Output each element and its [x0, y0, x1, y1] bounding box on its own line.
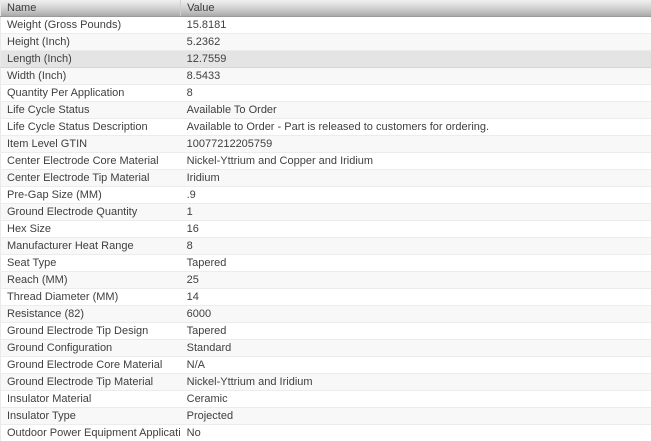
- table-row[interactable]: Quantity Per Application 8: [0, 84, 651, 102]
- table-row[interactable]: Outdoor Power Equipment Application No: [0, 424, 651, 441]
- table-row[interactable]: Insulator Material Ceramic: [0, 390, 651, 408]
- attribute-value-cell: 6000: [186, 308, 212, 320]
- attribute-name-cell: Reach (MM): [7, 274, 68, 286]
- attribute-name-cell: Life Cycle Status Description: [7, 121, 148, 133]
- attribute-name-cell: Item Level GTIN: [7, 138, 88, 150]
- table-row[interactable]: Resistance (82) 6000: [0, 305, 651, 323]
- attribute-value-cell: 12.7559: [186, 53, 227, 65]
- attribute-name-cell: Seat Type: [7, 257, 57, 269]
- attribute-name-cell: Ground Electrode Quantity: [7, 206, 138, 218]
- attribute-value-cell: Available to Order - Part is released to…: [186, 121, 490, 133]
- attribute-value-cell: 8.5433: [186, 70, 221, 82]
- attribute-name-cell: Hex Size: [7, 223, 52, 235]
- table-row[interactable]: Hex Size 16: [0, 220, 651, 238]
- attribute-value-cell: Standard: [186, 342, 232, 354]
- attribute-value-cell: 8: [186, 87, 193, 99]
- table-row[interactable]: Width (Inch) 8.5433: [0, 67, 651, 85]
- attribute-name-cell: Weight (Gross Pounds): [7, 19, 122, 31]
- attribute-value-cell: Iridium: [186, 172, 220, 184]
- table-row[interactable]: Center Electrode Core Material Nickel-Ytt…: [0, 152, 651, 170]
- table-row[interactable]: Center Electrode Tip Material Iridium: [0, 169, 651, 187]
- attribute-value-cell: 5.2362: [186, 36, 221, 48]
- attribute-value-cell: 10077212205759: [186, 138, 273, 150]
- attribute-name-cell: Center Electrode Tip Material: [7, 172, 150, 184]
- attribute-name-cell: Ground Electrode Tip Material: [7, 376, 154, 388]
- table-row[interactable]: Manufacturer Heat Range 8: [0, 237, 651, 255]
- attribute-value-cell: Tapered: [186, 257, 227, 269]
- attributes-table-body: Weight (Gross Pounds) 15.8181 Height (Inch…: [0, 16, 651, 441]
- attribute-value-cell: Ceramic: [186, 393, 228, 405]
- attribute-value-cell: 15.8181: [186, 19, 227, 31]
- column-header-value[interactable]: Value: [180, 0, 651, 17]
- header-row: Name Value: [0, 0, 651, 17]
- attribute-name-cell: Height (Inch): [7, 36, 70, 48]
- attribute-value-cell: 14: [186, 291, 199, 303]
- table-row[interactable]: Ground Electrode Core Material N/A: [0, 356, 651, 374]
- table-row[interactable]: Ground Electrode Quantity 1: [0, 203, 651, 221]
- table-row[interactable]: Weight (Gross Pounds) 15.8181: [0, 16, 651, 34]
- attribute-name-cell: Center Electrode Core Material: [7, 155, 159, 167]
- table-row[interactable]: Thread Diameter (MM) 14: [0, 288, 651, 306]
- attribute-name-cell: Thread Diameter (MM): [7, 291, 119, 303]
- attribute-name-cell: Insulator Material: [7, 393, 92, 405]
- column-header-name[interactable]: Name: [0, 0, 181, 17]
- attribute-name-cell: Ground Electrode Tip Design: [7, 325, 149, 337]
- attribute-name-cell: Width (Inch): [7, 70, 67, 82]
- attribute-value-cell: 8: [186, 240, 193, 252]
- attribute-value-cell: Nickel-Yttrium and Copper and Iridium: [186, 155, 374, 167]
- attribute-name-cell: Life Cycle Status: [7, 104, 90, 116]
- attribute-name-cell: Length (Inch): [7, 53, 72, 65]
- attribute-value-cell: 25: [186, 274, 199, 286]
- attribute-value-cell: 1: [186, 206, 193, 218]
- attributes-table-header: Name Value: [0, 0, 651, 17]
- table-row[interactable]: Life Cycle Status Available To Order: [0, 101, 651, 119]
- attribute-value-cell: .9: [186, 189, 196, 201]
- attribute-value-cell: 16: [186, 223, 199, 235]
- attribute-name-cell: Ground Configuration: [7, 342, 113, 354]
- table-row[interactable]: Item Level GTIN 10077212205759: [0, 135, 651, 153]
- attribute-value-cell: Available To Order: [186, 104, 277, 116]
- table-row[interactable]: Ground Electrode Tip Material Nickel-Yttr…: [0, 373, 651, 391]
- attribute-name-cell: Insulator Type: [7, 410, 76, 422]
- attribute-value-cell: Tapered: [186, 325, 227, 337]
- table-row[interactable]: Ground Electrode Tip Design Tapered: [0, 322, 651, 340]
- attribute-value-cell: N/A: [186, 359, 205, 371]
- table-row[interactable]: Insulator Type Projected: [0, 407, 651, 425]
- table-row[interactable]: Pre-Gap Size (MM) .9: [0, 186, 651, 204]
- attribute-name-cell: Resistance (82): [7, 308, 85, 320]
- attribute-value-cell: No: [186, 427, 201, 439]
- attribute-name-cell: Manufacturer Heat Range: [7, 240, 134, 252]
- attribute-value-cell: Projected: [186, 410, 234, 422]
- table-row[interactable]: Reach (MM) 25: [0, 271, 651, 289]
- table-row-highlighted[interactable]: Length (Inch) 12.7559: [0, 50, 651, 68]
- attribute-name-cell: Quantity Per Application: [7, 87, 125, 99]
- attribute-name-cell: Pre-Gap Size (MM): [7, 189, 102, 201]
- table-row[interactable]: Height (Inch) 5.2362: [0, 33, 651, 51]
- attribute-name-cell: Outdoor Power Equipment Application: [7, 427, 181, 439]
- table-row[interactable]: Seat Type Tapered: [0, 254, 651, 272]
- attributes-table: Name Value Weight (Gross Pounds) 15.8181 H…: [0, 0, 651, 441]
- attribute-name-cell: Ground Electrode Core Material: [7, 359, 163, 371]
- table-row[interactable]: Life Cycle Status Description Available t…: [0, 118, 651, 136]
- table-row[interactable]: Ground Configuration Standard: [0, 339, 651, 357]
- attribute-value-cell: Nickel-Yttrium and Iridium: [186, 376, 313, 388]
